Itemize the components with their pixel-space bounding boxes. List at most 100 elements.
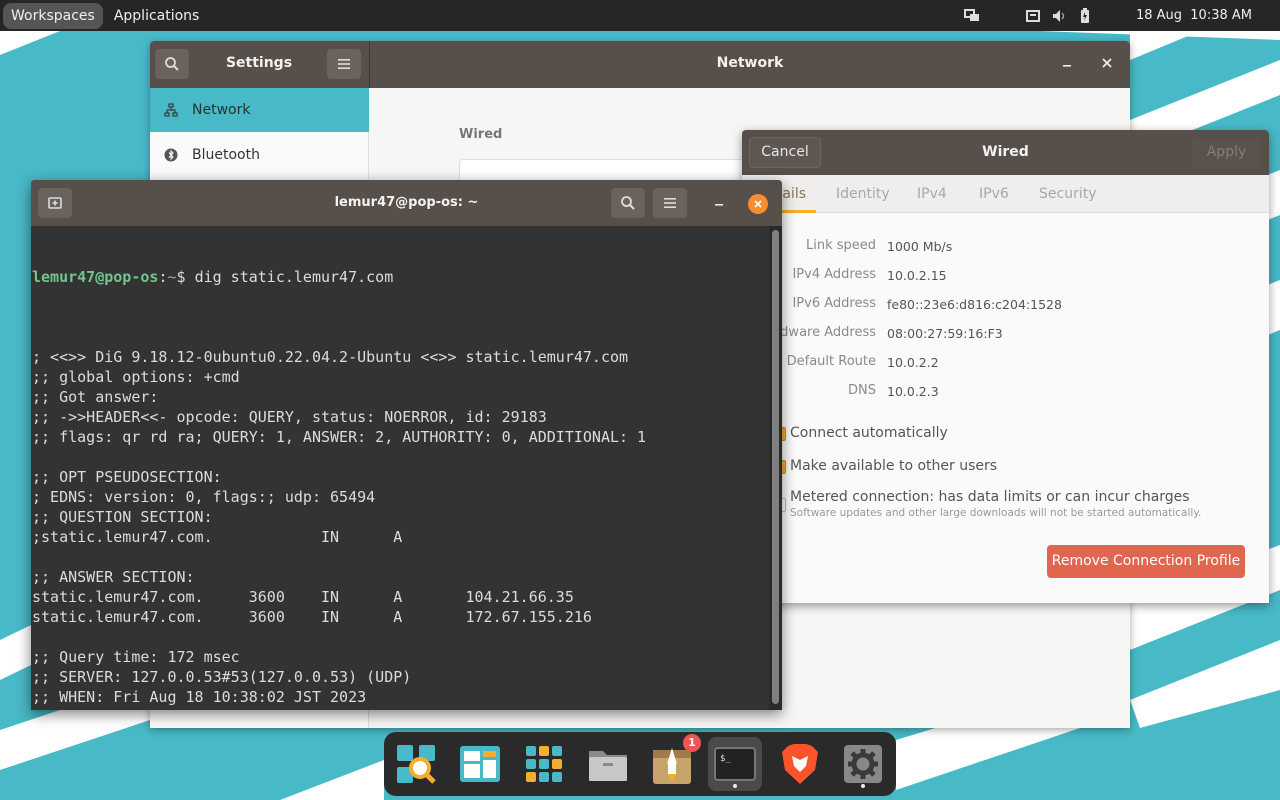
terminal-header-bar: lemur47@pop-os: ~ bbox=[31, 180, 782, 226]
dock-app-terminal[interactable]: $_ bbox=[708, 737, 762, 791]
search-icon bbox=[621, 196, 635, 210]
hamburger-menu-icon bbox=[338, 59, 350, 69]
terminal-command-line: lemur47@pop-os:~$ dig static.lemur47.com bbox=[32, 267, 768, 287]
terminal-scroll-thumb[interactable] bbox=[772, 230, 779, 704]
terminal-output-line: ;; Query time: 172 msec bbox=[32, 648, 240, 666]
system-tray[interactable] bbox=[964, 0, 1090, 31]
running-indicator bbox=[733, 784, 737, 788]
terminal-output-line: ;; global options: +cmd bbox=[32, 368, 240, 386]
terminal-output[interactable]: lemur47@pop-os:~$ dig static.lemur47.com… bbox=[32, 227, 768, 710]
dock: 1 $_ bbox=[384, 732, 896, 796]
terminal-output-line: ;; ANSWER SECTION: bbox=[32, 568, 195, 586]
wired-dialog: Cancel Wired Apply ails Identity IPv4 IP… bbox=[742, 130, 1269, 603]
connect-automatically-label: Connect automatically bbox=[790, 425, 948, 441]
minimize-icon bbox=[715, 204, 723, 206]
prompt-dollar: $ bbox=[176, 268, 195, 286]
applications-button[interactable]: Applications bbox=[106, 3, 208, 29]
update-badge: 1 bbox=[683, 734, 701, 752]
terminal-scrollbar[interactable] bbox=[769, 226, 782, 710]
remove-connection-profile-button[interactable]: Remove Connection Profile bbox=[1047, 545, 1245, 578]
tab-identity[interactable]: Identity bbox=[836, 175, 890, 213]
clock[interactable]: 18 Aug 10:38 AM bbox=[1136, 0, 1252, 31]
clock-time: 10:38 AM bbox=[1190, 8, 1252, 23]
terminal-output-line: ;; OPT PSEUDOSECTION: bbox=[32, 468, 222, 486]
terminal-menu-button[interactable] bbox=[653, 188, 687, 218]
terminal-command: dig static.lemur47.com bbox=[194, 268, 394, 286]
bluetooth-icon bbox=[164, 148, 178, 162]
terminal-output-line: ;; WHEN: Fri Aug 18 10:38:02 JST 2023 bbox=[32, 688, 367, 706]
sidebar-item-label: Bluetooth bbox=[192, 147, 260, 163]
metered-connection-description: Software updates and other large downloa… bbox=[790, 507, 1202, 519]
dock-app-grid[interactable] bbox=[517, 737, 571, 791]
sidebar-item-network[interactable]: Network bbox=[150, 88, 369, 132]
ipv6-address-label: IPv6 Address bbox=[792, 296, 876, 311]
running-indicator bbox=[861, 784, 865, 788]
volume-icon bbox=[1053, 9, 1065, 22]
apply-button[interactable]: Apply bbox=[1192, 138, 1261, 167]
terminal-output-line: ;; flags: qr rd ra; QUERY: 1, ANSWER: 2,… bbox=[32, 428, 647, 446]
ipv6-address-value: fe80::23e6:d816:c204:1528 bbox=[887, 297, 1062, 312]
terminal-close-button[interactable] bbox=[748, 194, 768, 214]
dock-app-brave[interactable] bbox=[773, 737, 827, 791]
settings-menu-button[interactable] bbox=[327, 49, 361, 79]
app-grid-icon bbox=[526, 746, 562, 782]
terminal-output-line: ;; Got answer: bbox=[32, 388, 159, 406]
dock-app-workspaces[interactable] bbox=[453, 737, 507, 791]
terminal-output-line: static.lemur47.com. 3600 IN A 172.67.155… bbox=[32, 608, 592, 626]
display-icon bbox=[964, 8, 979, 21]
terminal-search-button[interactable] bbox=[611, 188, 645, 218]
settings-app-icon bbox=[844, 745, 882, 783]
settings-minimize-button[interactable] bbox=[1056, 53, 1078, 75]
wired-dialog-title: Wired bbox=[982, 144, 1029, 160]
hardware-address-value: 08:00:27:59:16:F3 bbox=[887, 326, 1003, 341]
terminal-output-line: ;; QUESTION SECTION: bbox=[32, 508, 213, 526]
terminal-output-line: ;; ->>HEADER<<- opcode: QUERY, status: N… bbox=[32, 408, 547, 426]
prompt-user: lemur47@pop-os bbox=[32, 268, 159, 286]
tab-ipv6[interactable]: IPv6 bbox=[979, 175, 1009, 213]
wired-dialog-header: Cancel Wired Apply bbox=[742, 130, 1269, 175]
link-speed-value: 1000 Mb/s bbox=[887, 239, 953, 254]
terminal-output-line: ;static.lemur47.com. IN A bbox=[32, 528, 403, 546]
keyboard-icon bbox=[1026, 9, 1040, 22]
terminal-output-line: static.lemur47.com. 3600 IN A 104.21.66.… bbox=[32, 588, 574, 606]
settings-close-button[interactable] bbox=[1096, 53, 1118, 75]
top-bar: Workspaces Applications 18 Aug 10:38 AM bbox=[0, 0, 1280, 31]
files-app-icon bbox=[589, 751, 627, 781]
svg-text:$_: $_ bbox=[720, 754, 731, 764]
terminal-window: lemur47@pop-os: ~ lemur47@pop-os:~$ dig … bbox=[31, 180, 782, 710]
network-icon bbox=[164, 103, 178, 117]
tab-security[interactable]: Security bbox=[1039, 175, 1097, 213]
sidebar-item-label: Network bbox=[192, 102, 251, 118]
metered-connection-label: Metered connection: has data limits or c… bbox=[790, 489, 1190, 505]
settings-header-bar: Settings Network bbox=[150, 41, 1130, 88]
close-icon bbox=[1102, 58, 1112, 68]
link-speed-label: Link speed bbox=[805, 238, 876, 253]
workspaces-button[interactable]: Workspaces bbox=[3, 2, 103, 29]
terminal-minimize-button[interactable] bbox=[709, 192, 729, 214]
search-app-icon bbox=[397, 745, 436, 784]
terminal-output-line: ; <<>> DiG 9.18.12-0ubuntu0.22.04.2-Ubun… bbox=[32, 348, 629, 366]
dns-label: DNS bbox=[848, 383, 876, 398]
dock-app-search[interactable] bbox=[389, 737, 443, 791]
hardware-address-label: rdware Address bbox=[775, 325, 876, 340]
hamburger-menu-icon bbox=[664, 198, 676, 208]
ipv4-address-label: IPv4 Address bbox=[792, 267, 876, 282]
available-to-users-label: Make available to other users bbox=[790, 458, 998, 474]
battery-icon bbox=[1081, 7, 1089, 23]
minimize-icon bbox=[1063, 65, 1071, 67]
tab-ipv4[interactable]: IPv4 bbox=[917, 175, 947, 213]
wired-section-label: Wired bbox=[459, 127, 503, 142]
terminal-output-line: ; EDNS: version: 0, flags:; udp: 65494 bbox=[32, 488, 376, 506]
dock-app-files[interactable] bbox=[581, 737, 635, 791]
wired-tabs: ails Identity IPv4 IPv6 Security bbox=[742, 175, 1269, 213]
brave-browser-icon bbox=[782, 744, 818, 784]
ipv4-address-value: 10.0.2.15 bbox=[887, 268, 947, 283]
dock-app-settings[interactable] bbox=[836, 737, 890, 791]
terminal-output-lines: ; <<>> DiG 9.18.12-0ubuntu0.22.04.2-Ubun… bbox=[32, 327, 768, 710]
terminal-app-icon: $_ bbox=[714, 747, 756, 781]
sidebar-item-bluetooth[interactable]: Bluetooth bbox=[150, 133, 369, 177]
